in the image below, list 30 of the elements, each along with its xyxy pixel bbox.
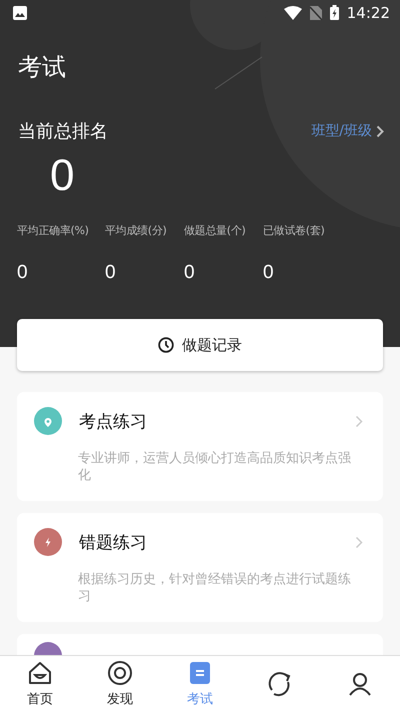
rank-value: 0 [50, 151, 74, 201]
chevron-right-icon [355, 536, 363, 548]
stat-value: 0 [17, 262, 28, 284]
target-icon [106, 659, 134, 687]
home-icon [26, 659, 54, 687]
wifi-icon [284, 6, 302, 20]
stat-value: 0 [105, 262, 116, 284]
card-description: 根据练习历史，针对曾经错误的考点进行试题练习 [78, 571, 352, 605]
stat-label: 已做试卷(套) [263, 223, 324, 238]
chevron-right-icon [376, 124, 384, 138]
chevron-right-icon [355, 414, 363, 428]
practice-card[interactable]: 错题练习 根据练习历史，针对曾经错误的考点进行试题练习 [17, 513, 383, 622]
nav-tab[interactable]: 首页 [0, 656, 80, 711]
clock-time: 14:22 [346, 4, 390, 22]
stat-label: 做题总量(个) [184, 223, 246, 238]
nav-tab[interactable]: 发现 [80, 656, 160, 711]
clock-icon [158, 337, 174, 353]
card-title: 考点练习 [79, 410, 148, 432]
stat-label: 平均正确率(%) [17, 223, 89, 238]
record-button[interactable]: 做题记录 [17, 319, 383, 371]
stat-label: 平均成绩(分) [105, 223, 166, 238]
practice-card[interactable]: 考点练习 专业讲师，运营人员倾心打造高品质知识考点强化 [17, 392, 383, 501]
stat-value: 0 [184, 262, 195, 284]
card-description: 专业讲师，运营人员倾心打造高品质知识考点强化 [78, 450, 352, 484]
rank-label: 当前总排名 [18, 120, 108, 143]
card-title: 错题练习 [79, 532, 148, 554]
image-icon [13, 6, 27, 20]
stat-value: 0 [263, 262, 274, 284]
practice-card[interactable] [17, 634, 383, 655]
page-title: 考试 [18, 52, 66, 83]
